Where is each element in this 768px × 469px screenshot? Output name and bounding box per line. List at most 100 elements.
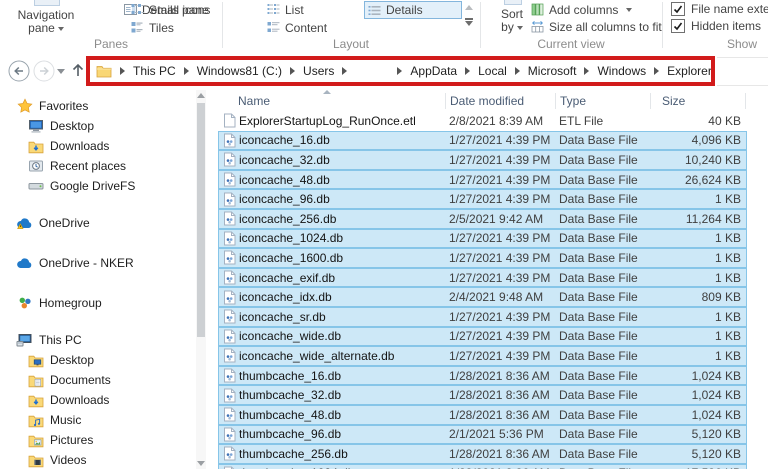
sidebar-item-this-pc[interactable]: This PC <box>0 330 196 350</box>
gallery-more-icon <box>465 18 473 20</box>
sidebar-item-downloads[interactable]: Downloads <box>0 390 196 410</box>
database-file-icon <box>219 407 239 422</box>
column-header-type[interactable]: Type <box>560 94 586 108</box>
file-date-modified: 1/27/2021 4:39 PM <box>449 173 559 187</box>
current-view-group-label: Current view <box>480 37 662 51</box>
file-row[interactable]: thumbcache_256.db1/28/2021 8:36 AMData B… <box>218 444 747 464</box>
file-row[interactable]: iconcache_96.db1/27/2021 4:39 PMData Bas… <box>218 189 747 209</box>
back-button[interactable] <box>8 60 30 82</box>
sidebar-item-videos[interactable]: Videos <box>0 450 196 469</box>
sidebar-item-label: OneDrive <box>39 216 90 230</box>
sidebar-item-desktop[interactable]: Desktop <box>0 350 196 370</box>
file-row[interactable]: iconcache_32.db1/27/2021 4:39 PMData Bas… <box>218 150 747 170</box>
sidebar-item-homegroup[interactable]: Homegroup <box>0 293 196 313</box>
database-file-icon <box>219 329 239 344</box>
column-header-size[interactable]: Size <box>662 94 685 108</box>
computer-icon <box>16 332 33 349</box>
layout-tiles-button[interactable]: Tiles <box>131 20 174 35</box>
file-row[interactable]: iconcache_1600.db1/27/2021 4:39 PMData B… <box>218 248 747 268</box>
details-view-icon <box>368 4 381 17</box>
file-row[interactable]: thumbcache_1024.db1/28/2021 8:36 AMData … <box>218 464 747 469</box>
file-row[interactable]: thumbcache_48.db1/28/2021 8:36 AMData Ba… <box>218 405 747 425</box>
file-row[interactable]: thumbcache_32.db1/28/2021 8:36 AMData Ba… <box>218 385 747 405</box>
file-name-extensions-checkbox[interactable]: File name extensions <box>671 2 768 16</box>
folder-music-icon <box>27 412 44 429</box>
drive-icon <box>27 178 44 195</box>
sidebar-item-google-drivefs[interactable]: Google DriveFS <box>0 176 196 196</box>
ribbon: Navigation pane Details pane Panes Small… <box>0 0 768 53</box>
file-size: 1 KB <box>655 231 746 245</box>
layout-content-button[interactable]: Content <box>267 20 327 35</box>
file-date-modified: 1/27/2021 4:39 PM <box>449 271 559 285</box>
sidebar-item-favorites[interactable]: Favorites <box>0 96 196 116</box>
breadcrumb-segment[interactable]: This PC <box>133 64 176 78</box>
search-box[interactable] <box>717 57 768 86</box>
file-row[interactable]: iconcache_sr.db1/27/2021 4:39 PMData Bas… <box>218 307 747 327</box>
file-row[interactable]: thumbcache_96.db2/1/2021 5:36 PMData Bas… <box>218 425 747 445</box>
file-row[interactable]: iconcache_exif.db1/27/2021 4:39 PMData B… <box>218 268 747 288</box>
sidebar-item-music[interactable]: Music <box>0 410 196 430</box>
recent-locations-dropdown[interactable] <box>57 69 65 74</box>
file-size: 4,096 KB <box>655 133 746 147</box>
file-date-modified: 1/28/2021 8:36 AM <box>449 447 559 461</box>
scrollbar-thumb[interactable] <box>197 103 205 337</box>
forward-button[interactable] <box>33 60 55 82</box>
tiles-icon <box>131 21 144 34</box>
add-columns-button[interactable]: Add columns <box>531 2 632 17</box>
layout-details-button-selected[interactable]: Details <box>364 1 462 19</box>
file-size: 1 KB <box>655 251 746 265</box>
file-name: iconcache_sr.db <box>239 310 449 324</box>
file-row[interactable]: iconcache_wide_alternate.db1/27/2021 4:3… <box>218 346 747 366</box>
breadcrumb-segment[interactable]: Explorer <box>667 64 712 78</box>
scroll-up-icon[interactable] <box>197 93 205 98</box>
breadcrumb-separator-icon <box>465 67 470 75</box>
sidebar-item-desktop[interactable]: Desktop <box>0 116 196 136</box>
file-row[interactable]: iconcache_16.db1/27/2021 4:39 PMData Bas… <box>218 131 747 151</box>
layout-list-button[interactable]: List <box>267 2 304 17</box>
file-row[interactable]: iconcache_wide.db1/27/2021 4:39 PMData B… <box>218 327 747 347</box>
sidebar-scrollbar[interactable] <box>196 90 206 469</box>
file-row[interactable]: thumbcache_16.db1/28/2021 8:36 AMData Ba… <box>218 366 747 386</box>
breadcrumb-segment[interactable]: Local <box>478 64 507 78</box>
file-size: 26,624 KB <box>655 173 746 187</box>
file-date-modified: 1/28/2021 8:36 AM <box>449 388 559 402</box>
file-row[interactable]: iconcache_48.db1/27/2021 4:39 PMData Bas… <box>218 170 747 190</box>
sidebar-item-label: Pictures <box>50 433 93 447</box>
breadcrumb-separator-icon <box>584 67 589 75</box>
file-row[interactable]: iconcache_1024.db1/27/2021 4:39 PMData B… <box>218 229 747 249</box>
sidebar-item-pictures[interactable]: Pictures <box>0 430 196 450</box>
gallery-scroll-buttons[interactable] <box>462 1 475 35</box>
folder-down-icon <box>27 138 44 155</box>
breadcrumb-segment[interactable]: Windows <box>597 64 646 78</box>
scroll-down-icon[interactable] <box>197 461 205 466</box>
file-row[interactable]: iconcache_idx.db2/4/2021 9:48 AMData Bas… <box>218 287 747 307</box>
file-type: Data Base File <box>559 212 655 226</box>
hidden-items-checkbox[interactable]: Hidden items <box>671 19 768 33</box>
file-type: Data Base File <box>559 369 655 383</box>
sidebar-item-documents[interactable]: Documents <box>0 370 196 390</box>
homegroup-icon <box>16 295 33 312</box>
file-row[interactable]: iconcache_256.db2/5/2021 9:42 AMData Bas… <box>218 209 747 229</box>
breadcrumb-segment[interactable]: AppData <box>410 64 457 78</box>
sidebar-item-onedrive-nker[interactable]: OneDrive - NKER <box>0 253 196 273</box>
breadcrumb-segment[interactable]: Windows81 (C:) <box>197 64 282 78</box>
sidebar-item-recent-places[interactable]: Recent places <box>0 156 196 176</box>
breadcrumb: This PC Windows81 (C:) Users AppData Local Mi… <box>112 64 712 78</box>
sidebar-item-onedrive[interactable]: OneDrive <box>0 213 196 233</box>
column-header-name[interactable]: Name <box>238 94 270 108</box>
file-size: 5,120 KB <box>655 427 746 441</box>
layout-small-icons-button[interactable]: Small icons <box>131 2 210 17</box>
breadcrumb-segment[interactable]: Users <box>303 64 334 78</box>
annotation-red-box: This PC Windows81 (C:) Users AppData Local Mi… <box>86 56 715 86</box>
file-row[interactable]: ExplorerStartupLog_RunOnce.etl2/8/2021 8… <box>218 111 747 131</box>
database-file-icon <box>219 250 239 265</box>
file-name: thumbcache_32.db <box>239 388 449 402</box>
navigation-pane: FavoritesDesktopDownloadsRecent placesGo… <box>0 90 196 469</box>
sidebar-item-downloads[interactable]: Downloads <box>0 136 196 156</box>
column-header-date-modified[interactable]: Date modified <box>450 94 524 108</box>
cloud-warning-icon <box>16 215 33 232</box>
up-button[interactable] <box>69 61 87 79</box>
breadcrumb-separator-icon <box>397 67 402 75</box>
breadcrumb-segment[interactable]: Microsoft <box>528 64 577 78</box>
size-all-columns-button[interactable]: Size all columns to fit <box>531 19 662 34</box>
